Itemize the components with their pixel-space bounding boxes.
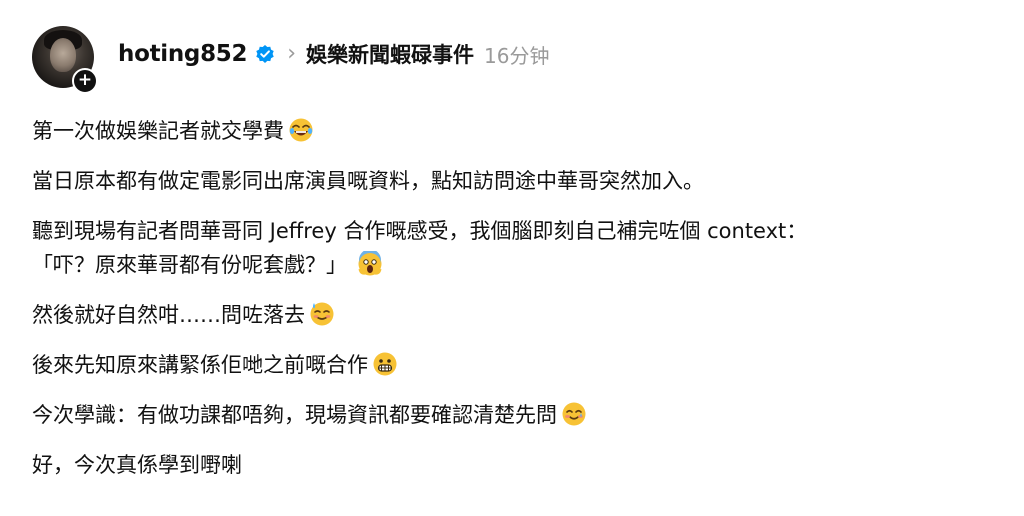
post-timestamp: 16分钟 (484, 43, 550, 68)
paragraph-text: 然後就好自然咁……問咗落去 (32, 303, 305, 327)
threads-post: + hoting852 › 娛樂新聞蝦碌事件 16分钟 第一次做娛樂記者就交學費 (0, 0, 1024, 516)
chevron-right-icon: › (287, 41, 297, 66)
sweat-smile-icon (310, 302, 334, 326)
header-line: hoting852 › 娛樂新聞蝦碌事件 16分钟 (118, 34, 549, 74)
post-paragraph: 好，今次真係學到嘢喇 (32, 448, 1002, 482)
topic-tag-link[interactable]: 娛樂新聞蝦碌事件 (306, 39, 474, 69)
post-paragraph: 然後就好自然咁……問咗落去 (32, 298, 1002, 332)
post-paragraph: 聽到現場有記者問華哥同 Jeffrey 合作嘅感受，我個腦即刻自己補完咗個 co… (32, 214, 1002, 248)
smiling-with-tear-icon (562, 402, 586, 426)
post-paragraph: 今次學識：有做功課都唔夠，現場資訊都要確認清楚先問 (32, 398, 1002, 432)
follow-plus-icon[interactable]: + (72, 68, 98, 94)
avatar[interactable]: + (32, 26, 98, 94)
post-paragraph-continued: 「吓？原來華哥都有份呢套戲？」 (32, 248, 1002, 282)
paragraph-text: 「吓？原來華哥都有份呢套戲？」 (32, 253, 347, 277)
verified-badge-icon (256, 45, 274, 63)
post-paragraph: 後來先知原來講緊係佢哋之前嘅合作 (32, 348, 1002, 382)
paragraph-text: 好，今次真係學到嘢喇 (32, 453, 242, 477)
paragraph-text: 後來先知原來講緊係佢哋之前嘅合作 (32, 353, 368, 377)
post-paragraph: 當日原本都有做定電影同出席演員嘅資料，點知訪問途中華哥突然加入。 (32, 164, 1002, 198)
paragraph-text: 第一次做娛樂記者就交學費 (32, 119, 284, 143)
username-link[interactable]: hoting852 (118, 41, 248, 67)
paragraph-text: 當日原本都有做定電影同出席演員嘅資料，點知訪問途中華哥突然加入。 (32, 169, 704, 193)
post-body: 第一次做娛樂記者就交學費 當日原本都有做定電影同出席演員嘅資料，點知訪問途中華哥… (32, 114, 1002, 498)
post-header: + hoting852 › 娛樂新聞蝦碌事件 16分钟 (32, 26, 549, 94)
avatar-face (50, 38, 76, 72)
grimacing-face-icon (373, 352, 397, 376)
paragraph-text: 今次學識：有做功課都唔夠，現場資訊都要確認清楚先問 (32, 403, 557, 427)
rolling-on-floor-laughing-icon (289, 118, 313, 142)
face-screaming-in-fear-icon (358, 251, 382, 276)
paragraph-text: 聽到現場有記者問華哥同 Jeffrey 合作嘅感受，我個腦即刻自己補完咗個 co… (32, 219, 808, 243)
post-paragraph: 第一次做娛樂記者就交學費 (32, 114, 1002, 148)
